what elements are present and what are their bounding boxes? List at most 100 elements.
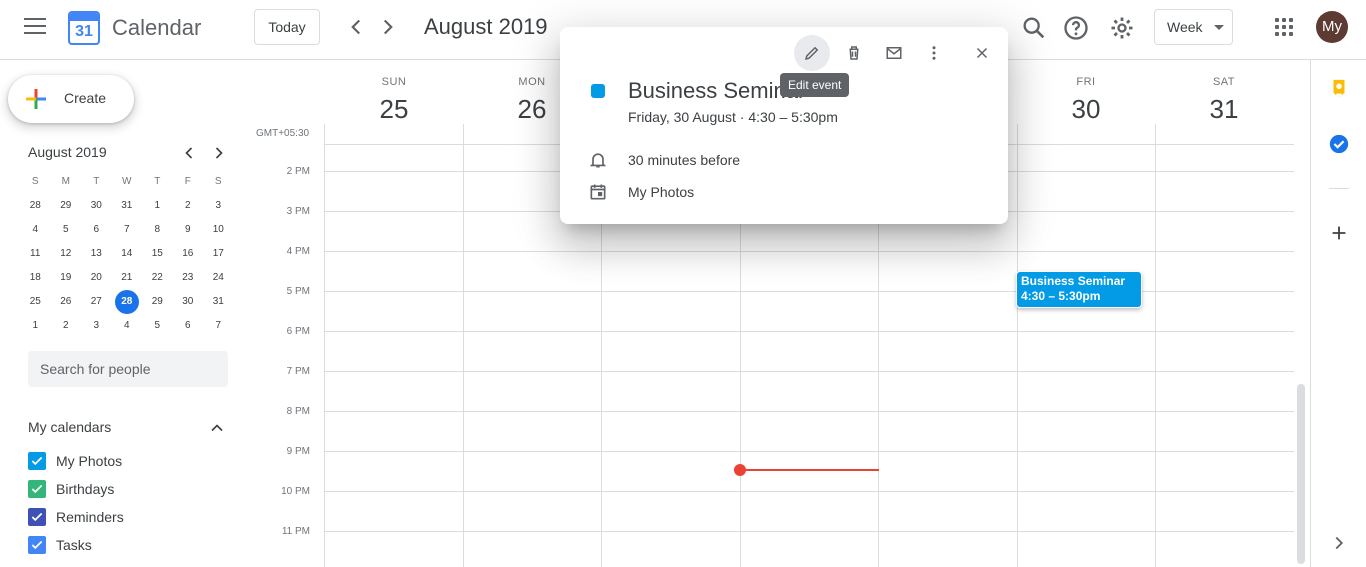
- mini-day[interactable]: 3: [81, 314, 112, 338]
- mini-day[interactable]: 4: [20, 218, 51, 242]
- day-column-divider: [1016, 124, 1018, 567]
- event-chip-title: Business Seminar: [1021, 274, 1126, 288]
- today-button[interactable]: Today: [254, 9, 320, 45]
- mini-day[interactable]: 4: [112, 314, 143, 338]
- calendar-item[interactable]: Tasks: [28, 535, 92, 555]
- my-calendars-heading[interactable]: My calendars: [28, 419, 111, 435]
- grid-scrollbar[interactable]: [1297, 384, 1305, 564]
- mini-day[interactable]: 3: [203, 194, 234, 218]
- mini-day[interactable]: 6: [81, 218, 112, 242]
- keep-icon[interactable]: [1328, 78, 1350, 100]
- mini-day[interactable]: 18: [20, 266, 51, 290]
- mini-day[interactable]: 1: [20, 314, 51, 338]
- mini-day[interactable]: 29: [51, 194, 82, 218]
- email-guests-mail-icon[interactable]: [876, 35, 912, 71]
- mini-day[interactable]: 23: [173, 266, 204, 290]
- day-number[interactable]: 31: [1155, 94, 1293, 124]
- more-options-icon[interactable]: [916, 35, 952, 71]
- event-chip-business-seminar[interactable]: Business Seminar 4:30 – 5:30pm: [1016, 271, 1142, 308]
- expand-panel-chevron-icon[interactable]: [1328, 532, 1350, 554]
- calendar-item[interactable]: My Photos: [28, 451, 122, 471]
- side-panel: [1310, 60, 1366, 567]
- mini-day[interactable]: 1: [142, 194, 173, 218]
- mini-day[interactable]: 9: [173, 218, 204, 242]
- checkbox-checked-icon[interactable]: [28, 480, 46, 498]
- mini-day[interactable]: 14: [112, 242, 143, 266]
- help-icon[interactable]: [1062, 14, 1090, 42]
- close-icon[interactable]: [964, 35, 1000, 71]
- mini-day[interactable]: 6: [173, 314, 204, 338]
- mini-day[interactable]: 24: [203, 266, 234, 290]
- next-week-icon[interactable]: [375, 14, 401, 40]
- mini-day[interactable]: 8: [142, 218, 173, 242]
- mini-day[interactable]: 12: [51, 242, 82, 266]
- mini-day[interactable]: 31: [112, 194, 143, 218]
- edit-event-pencil-icon[interactable]: [794, 35, 830, 71]
- mini-day[interactable]: 16: [173, 242, 204, 266]
- tasks-icon[interactable]: [1328, 133, 1350, 155]
- view-switcher-dropdown[interactable]: Week: [1154, 9, 1233, 45]
- previous-week-icon[interactable]: [343, 14, 369, 40]
- mini-day[interactable]: 19: [51, 266, 82, 290]
- mini-day[interactable]: 5: [142, 314, 173, 338]
- chevron-up-icon[interactable]: [207, 418, 227, 438]
- mini-day[interactable]: 17: [203, 242, 234, 266]
- mini-weekday: M: [61, 176, 70, 187]
- account-avatar[interactable]: My: [1316, 11, 1348, 43]
- mini-day-today[interactable]: 28: [112, 290, 143, 314]
- mini-day[interactable]: 7: [203, 314, 234, 338]
- mini-week-row: 28 29 30 31 1 2 3: [20, 194, 234, 218]
- mini-next-month-icon[interactable]: [209, 143, 229, 163]
- create-event-button[interactable]: Create: [8, 75, 134, 123]
- google-apps-icon[interactable]: [1275, 18, 1293, 36]
- hour-gridline: [324, 491, 1294, 492]
- calendar-item-label: My Photos: [56, 453, 123, 469]
- add-addon-plus-icon[interactable]: [1328, 222, 1350, 244]
- settings-gear-icon[interactable]: [1108, 14, 1136, 42]
- mini-day[interactable]: 2: [51, 314, 82, 338]
- mini-day[interactable]: 27: [81, 290, 112, 314]
- mini-day[interactable]: 30: [81, 194, 112, 218]
- mini-day[interactable]: 30: [173, 290, 204, 314]
- mini-prev-month-icon[interactable]: [179, 143, 199, 163]
- mini-day[interactable]: 13: [81, 242, 112, 266]
- hour-label: 2 PM: [286, 166, 310, 177]
- create-label: Create: [64, 90, 107, 106]
- day-header-sun[interactable]: SUN 25: [325, 76, 463, 124]
- mini-day-number: 28: [114, 290, 139, 314]
- mini-day[interactable]: 2: [173, 194, 204, 218]
- mini-day[interactable]: 22: [142, 266, 173, 290]
- checkbox-checked-icon[interactable]: [28, 508, 46, 526]
- main-menu-icon[interactable]: [24, 18, 46, 38]
- mini-day[interactable]: 15: [142, 242, 173, 266]
- day-header-fri[interactable]: FRI 30: [1017, 76, 1155, 124]
- search-icon[interactable]: [1020, 14, 1048, 42]
- app-title[interactable]: Calendar: [112, 14, 201, 42]
- mini-day[interactable]: 31: [203, 290, 234, 314]
- hour-gridline: [324, 291, 1294, 292]
- mini-day[interactable]: 20: [81, 266, 112, 290]
- current-period-title: August 2019: [424, 14, 548, 39]
- day-header-sat[interactable]: SAT 31: [1155, 76, 1293, 124]
- edit-event-tooltip: Edit event: [780, 73, 850, 97]
- checkbox-checked-icon[interactable]: [28, 536, 46, 554]
- mini-day[interactable]: 28: [20, 194, 51, 218]
- search-people-input[interactable]: [28, 351, 228, 387]
- calendar-item[interactable]: Birthdays: [28, 479, 114, 499]
- checkbox-checked-icon[interactable]: [28, 452, 46, 470]
- day-name: SAT: [1212, 76, 1236, 88]
- mini-day[interactable]: 10: [203, 218, 234, 242]
- mini-day[interactable]: 25: [20, 290, 51, 314]
- day-number[interactable]: 25: [325, 94, 463, 124]
- day-column-divider: [1155, 124, 1156, 567]
- calendar-logo-icon[interactable]: 31: [68, 11, 100, 45]
- mini-day[interactable]: 21: [112, 266, 143, 290]
- mini-day[interactable]: 11: [20, 242, 51, 266]
- calendar-item[interactable]: Reminders: [28, 507, 124, 527]
- mini-day[interactable]: 26: [51, 290, 82, 314]
- mini-day[interactable]: 7: [112, 218, 143, 242]
- mini-day[interactable]: 29: [142, 290, 173, 314]
- day-number[interactable]: 30: [1017, 94, 1155, 124]
- mini-day[interactable]: 5: [51, 218, 82, 242]
- delete-event-trash-icon[interactable]: [836, 35, 872, 71]
